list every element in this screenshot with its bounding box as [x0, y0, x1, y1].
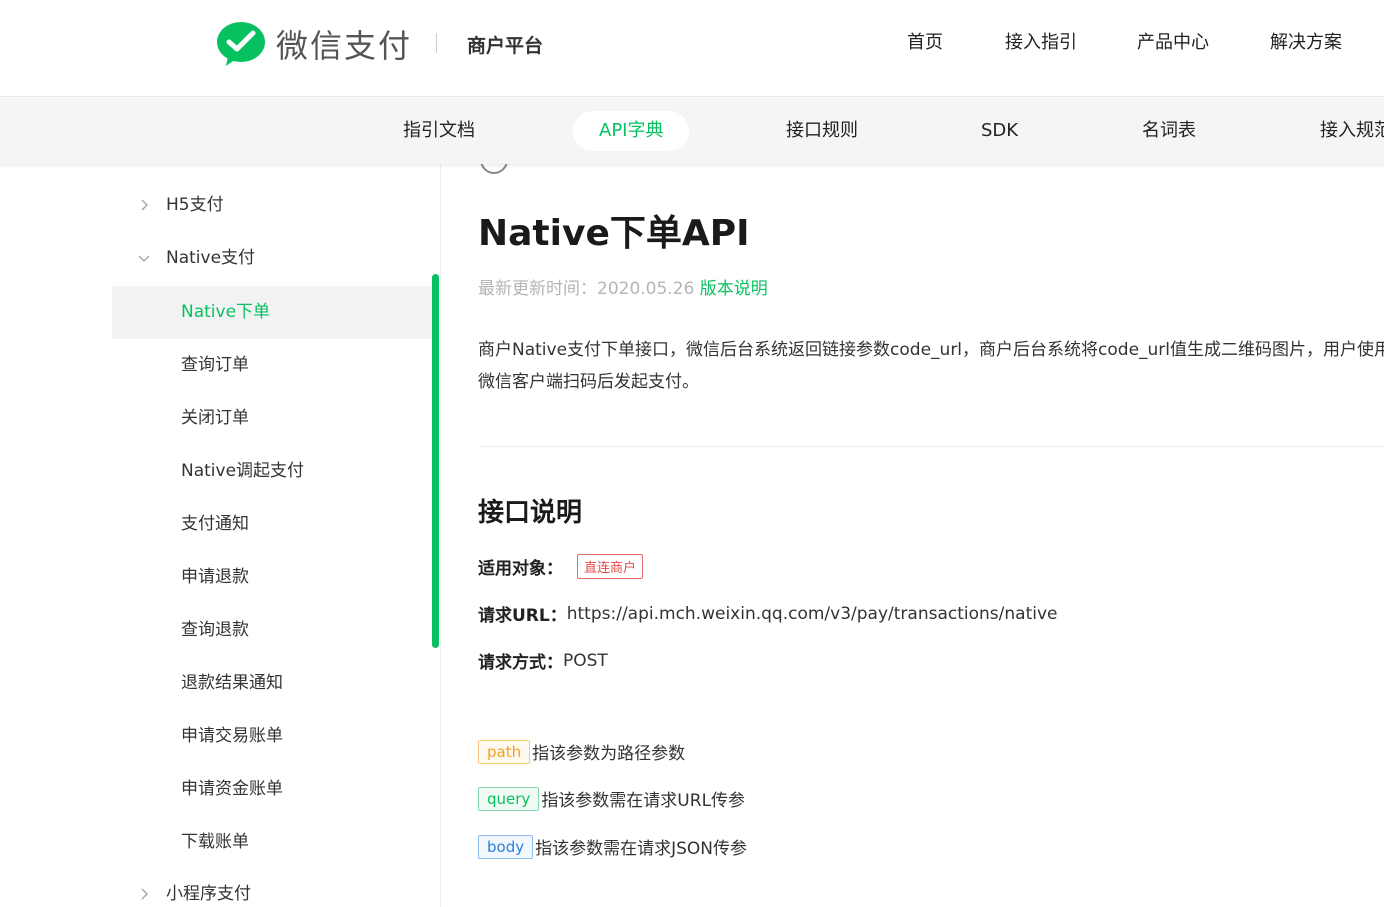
sidebar: H5支付 Native支付 Native下单 查询订单 关闭订单 Native调… [112, 164, 441, 907]
request-method: POST [563, 650, 608, 671]
updated-date: 2020.05.26 [597, 279, 695, 299]
request-url: https://api.mch.weixin.qq.com/v3/pay/tra… [566, 603, 1058, 624]
sidebar-item-mini-program-pay[interactable]: 小程序支付 [112, 868, 432, 907]
sidebar-item-label: Native调起支付 [181, 461, 305, 481]
api-description: 商户Native支付下单接口，微信后台系统返回链接参数code_url，商户后台… [478, 340, 1384, 392]
sidebar-item-native-order[interactable]: Native下单 [112, 286, 432, 339]
divider [478, 446, 1384, 447]
param-legend-query: query 指该参数需在请求URL传参 [478, 786, 745, 811]
sidebar-item-h5-pay[interactable]: H5支付 [112, 179, 432, 232]
sidebar-item-label: Native支付 [166, 248, 256, 268]
topnav-home[interactable]: 首页 [907, 28, 943, 54]
path-tag: path [478, 739, 531, 764]
subnav-guide-docs[interactable]: 指引文档 [403, 111, 475, 151]
sidebar-item-label: 支付通知 [181, 514, 249, 534]
sidebar-item-query-refund[interactable]: 查询退款 [112, 604, 432, 657]
logo-text: 微信支付 [276, 27, 413, 65]
applicable-label: 适用对象： [478, 559, 563, 579]
page-title: Native下单API [478, 213, 750, 254]
sidebar-item-label: 下载账单 [181, 832, 249, 852]
sidebar-item-close-order[interactable]: 关闭订单 [112, 392, 432, 445]
topnav-guide[interactable]: 接入指引 [1005, 28, 1077, 54]
path-description: 指该参数为路径参数 [532, 744, 686, 764]
updated-label: 最新更新时间： [478, 279, 597, 299]
sidebar-item-refund[interactable]: 申请退款 [112, 551, 432, 604]
sidebar-item-label: 查询订单 [181, 355, 249, 375]
query-tag: query [478, 786, 540, 811]
version-notes-link[interactable]: 版本说明 [700, 279, 768, 299]
sidebar-item-label: 查询退款 [181, 620, 249, 640]
sidebar-item-refund-notify[interactable]: 退款结果通知 [112, 657, 432, 710]
subnav-glossary[interactable]: 名词表 [1142, 111, 1196, 151]
request-url-row: 请求URL： https://api.mch.weixin.qq.com/v3/… [478, 601, 1058, 627]
request-method-row: 请求方式： POST [478, 648, 608, 674]
sidebar-item-pay-notify[interactable]: 支付通知 [112, 498, 432, 551]
sidebar-item-query-order[interactable]: 查询订单 [112, 339, 432, 392]
url-label: 请求URL： [478, 606, 567, 626]
wechat-pay-logo[interactable]: 微信支付 [216, 20, 412, 68]
subnav-api-rules[interactable]: 接口规则 [786, 111, 858, 151]
body-description: 指该参数需在请求JSON传参 [535, 839, 748, 859]
applicable-row: 适用对象： 直连商户 [478, 554, 644, 579]
topnav-solutions[interactable]: 解决方案 [1270, 28, 1342, 54]
sidebar-item-label: 申请退款 [181, 567, 249, 587]
sidebar-item-trade-bill[interactable]: 申请交易账单 [112, 710, 432, 763]
sidebar-item-fund-bill[interactable]: 申请资金账单 [112, 763, 432, 816]
subnav-access-spec[interactable]: 接入规范 [1320, 111, 1384, 151]
sidebar-item-label: Native下单 [181, 302, 271, 322]
subnav-api-dictionary[interactable]: API字典 [573, 111, 690, 151]
query-description: 指该参数需在请求URL传参 [541, 791, 746, 811]
sidebar-item-label: 申请交易账单 [181, 726, 283, 746]
platform-title: 商户平台 [467, 35, 544, 57]
param-legend-path: path 指该参数为路径参数 [478, 739, 685, 764]
wechat-pay-logo-icon [217, 22, 265, 66]
chevron-down-icon [138, 255, 150, 263]
sidebar-item-download-bill[interactable]: 下载账单 [112, 816, 432, 869]
param-legend-body: body 指该参数需在请求JSON传参 [478, 834, 747, 859]
update-meta: 最新更新时间：2020.05.26 版本说明 [478, 274, 768, 299]
logo-divider [436, 33, 437, 53]
topnav-products[interactable]: 产品中心 [1137, 28, 1209, 54]
top-header: 微信支付 商户平台 首页 接入指引 产品中心 解决方案 [0, 0, 1384, 97]
section-title: 接口说明 [478, 498, 583, 528]
chevron-right-icon [141, 888, 149, 900]
sidebar-item-label: 申请资金账单 [181, 779, 283, 799]
body-tag: body [478, 834, 534, 859]
sidebar-item-label: 小程序支付 [166, 884, 251, 904]
merchant-type-badge: 直连商户 [577, 554, 644, 579]
sidebar-item-label: H5支付 [166, 195, 224, 215]
method-label: 请求方式： [478, 653, 563, 673]
sidebar-item-native-invoke[interactable]: Native调起支付 [112, 445, 432, 498]
subnav-sdk[interactable]: SDK [981, 111, 1018, 151]
sidebar-scrollbar[interactable] [432, 274, 439, 648]
sidebar-item-native-pay[interactable]: Native支付 [112, 232, 432, 285]
chevron-right-icon [141, 199, 149, 211]
sub-nav: 指引文档 API字典 接口规则 SDK 名词表 接入规范 [0, 98, 1384, 164]
sidebar-item-label: 关闭订单 [181, 408, 249, 428]
sidebar-item-label: 退款结果通知 [181, 673, 283, 693]
